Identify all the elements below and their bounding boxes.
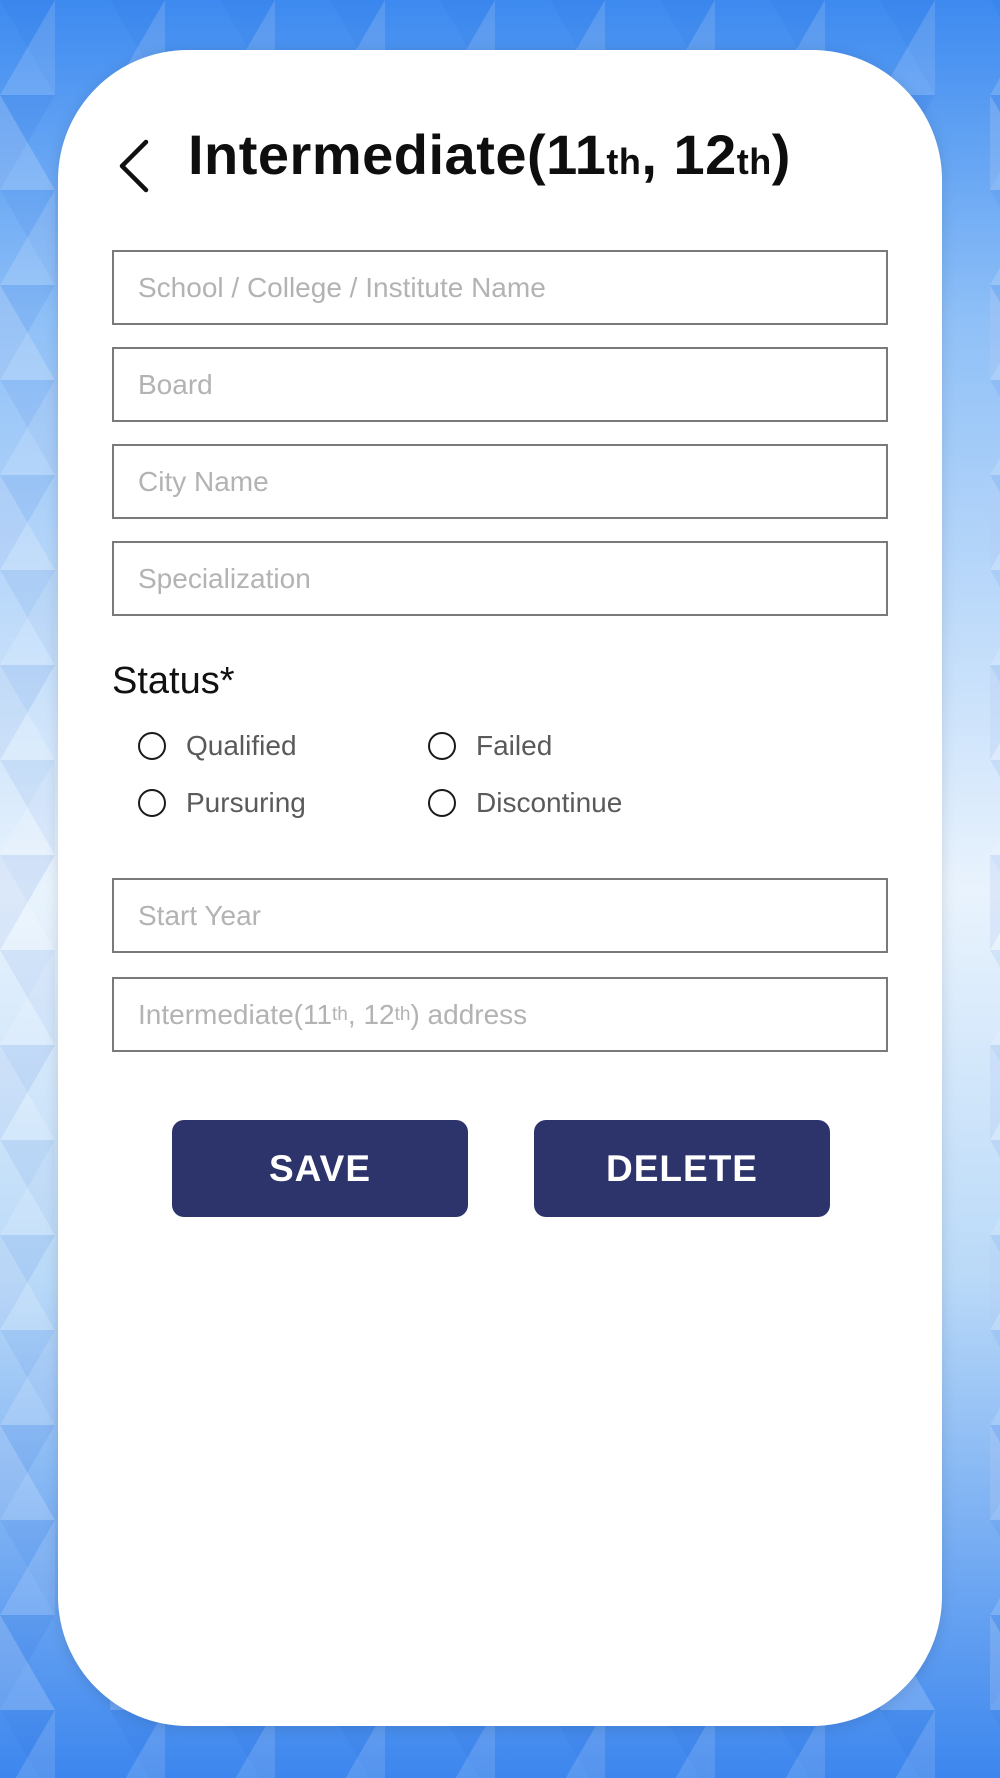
form-card: Intermediate(11th, 12th) Status* Qualifi… <box>58 50 942 1726</box>
radio-circle <box>428 732 456 760</box>
radio-label: Discontinue <box>476 787 623 818</box>
header: Intermediate(11th, 12th) <box>58 120 942 210</box>
back-button[interactable] <box>108 134 164 198</box>
radio-discontinue[interactable]: Discontinue <box>428 787 622 819</box>
radio-qualified[interactable]: Qualified <box>138 730 297 762</box>
page-title: Intermediate(11th, 12th) <box>188 123 791 186</box>
address-field[interactable]: Intermediate(11 th, 12th) address <box>112 977 888 1052</box>
status-label: Status* <box>112 660 235 702</box>
specialization-field[interactable] <box>112 541 888 616</box>
specialization-input[interactable] <box>114 543 886 614</box>
radio-pursuring[interactable]: Pursuring <box>138 787 306 819</box>
school-name-field[interactable] <box>112 250 888 325</box>
radio-circle <box>428 789 456 817</box>
radio-label: Failed <box>476 730 553 761</box>
radio-circle <box>138 732 166 760</box>
save-button[interactable]: SAVE <box>172 1120 468 1217</box>
radio-label: Qualified <box>186 730 297 761</box>
delete-button[interactable]: DELETE <box>534 1120 830 1217</box>
chevron-left-icon <box>119 139 149 193</box>
city-name-input[interactable] <box>114 446 886 517</box>
radio-circle <box>138 789 166 817</box>
school-name-input[interactable] <box>114 252 886 323</box>
start-year-input[interactable] <box>114 880 886 951</box>
start-year-field[interactable] <box>112 878 888 953</box>
radio-label: Pursuring <box>186 787 306 818</box>
board-input[interactable] <box>114 349 886 420</box>
address-input[interactable] <box>114 979 886 1050</box>
city-name-field[interactable] <box>112 444 888 519</box>
radio-failed[interactable]: Failed <box>428 730 552 762</box>
board-field[interactable] <box>112 347 888 422</box>
